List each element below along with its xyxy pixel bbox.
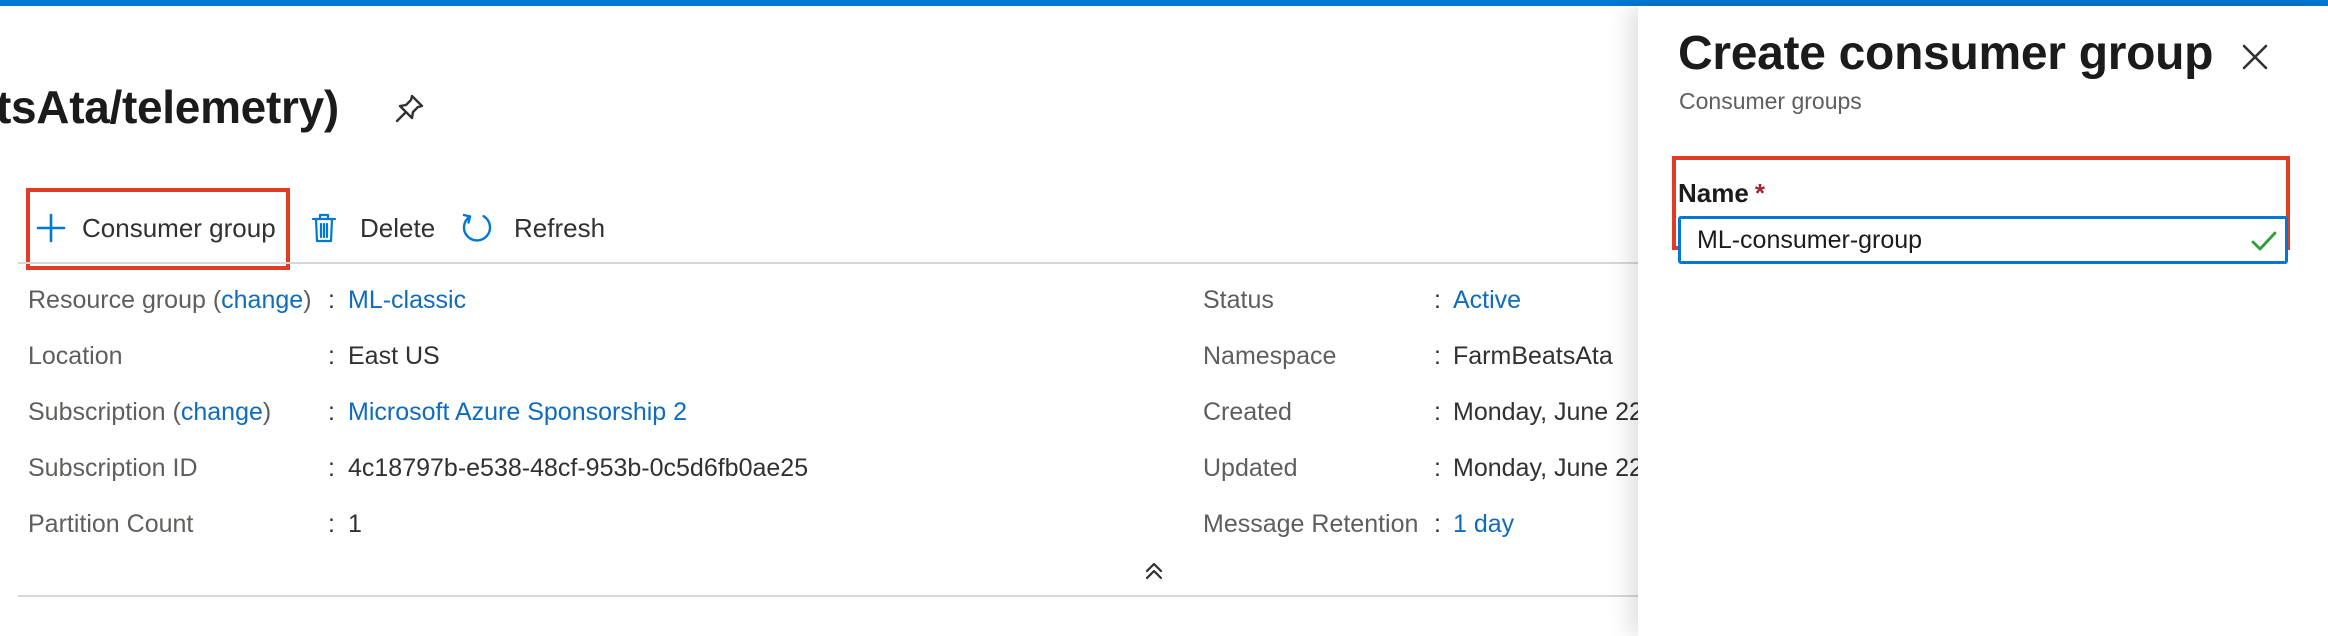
- status-key: Status: [1203, 286, 1274, 314]
- updated-value: Monday, June 22: [1453, 454, 1643, 482]
- subscription-id-value: 4c18797b-e538-48cf-953b-0c5d6fb0ae25: [348, 454, 809, 482]
- partition-count-value: 1: [348, 510, 362, 538]
- subscription-value-link[interactable]: Microsoft Azure Sponsorship 2: [348, 398, 687, 427]
- toolbar-divider: [18, 262, 1638, 264]
- created-value: Monday, June 22: [1453, 398, 1643, 426]
- close-icon[interactable]: [2238, 40, 2272, 74]
- resource-group-key: Resource group (change): [28, 286, 312, 314]
- separator-colon: :: [1434, 398, 1441, 426]
- updated-key: Updated: [1203, 454, 1298, 482]
- separator-colon: :: [1434, 454, 1441, 482]
- required-marker: *: [1754, 178, 1765, 208]
- subscription-key: Subscription (change): [28, 398, 272, 426]
- refresh-icon: [460, 211, 494, 245]
- delete-button[interactable]: Delete: [310, 206, 435, 250]
- separator-colon: :: [328, 510, 335, 538]
- resource-group-change-link[interactable]: change: [221, 286, 303, 314]
- separator-colon: :: [328, 454, 335, 482]
- message-retention-value[interactable]: 1 day: [1453, 510, 1514, 539]
- name-field-label: Name *: [1678, 178, 1765, 208]
- chevron-double-up-icon[interactable]: [1143, 560, 1165, 582]
- refresh-button[interactable]: Refresh: [460, 206, 605, 250]
- separator-colon: :: [1434, 286, 1441, 314]
- message-retention-key: Message Retention: [1203, 510, 1419, 538]
- namespace-key: Namespace: [1203, 342, 1337, 370]
- partition-count-key: Partition Count: [28, 510, 194, 538]
- subscription-change-link[interactable]: change: [181, 398, 263, 426]
- location-value: East US: [348, 342, 440, 370]
- pin-icon[interactable]: [392, 92, 426, 126]
- location-key: Location: [28, 342, 123, 370]
- trash-icon: [310, 212, 338, 244]
- refresh-label: Refresh: [514, 212, 606, 243]
- status-value[interactable]: Active: [1453, 286, 1521, 315]
- separator-colon: :: [328, 286, 335, 314]
- name-input[interactable]: [1678, 216, 2288, 264]
- separator-colon: :: [1434, 510, 1441, 538]
- separator-colon: :: [328, 342, 335, 370]
- panel-title: Create consumer group: [1678, 27, 2214, 80]
- separator-colon: :: [328, 398, 335, 426]
- page-title: tsAta/telemetry): [0, 81, 339, 133]
- checkmark-icon: [2250, 230, 2278, 252]
- delete-label: Delete: [360, 212, 436, 243]
- namespace-value: FarmBeatsAta: [1453, 342, 1613, 370]
- separator-colon: :: [1434, 342, 1441, 370]
- create-consumer-group-panel: Create consumer group Consumer groups Na…: [1638, 6, 2328, 636]
- highlight-box-consumer-group: [26, 188, 290, 270]
- subscription-id-key: Subscription ID: [28, 454, 198, 482]
- panel-subtitle: Consumer groups: [1679, 88, 1862, 114]
- essentials-divider: [18, 595, 1638, 597]
- created-key: Created: [1203, 398, 1292, 426]
- resource-group-value-link[interactable]: ML-classic: [348, 286, 466, 315]
